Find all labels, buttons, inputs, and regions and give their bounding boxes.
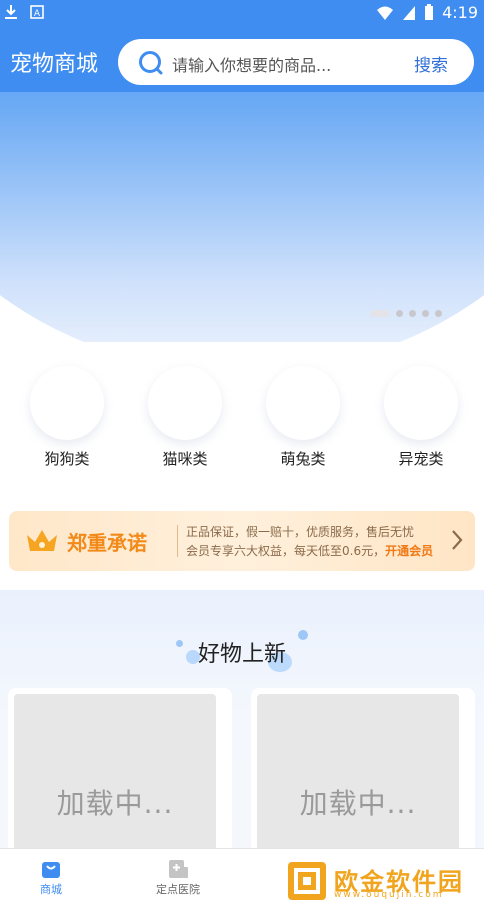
category-exotic-pets[interactable]: 异宠类 (376, 366, 466, 469)
wifi-icon (377, 6, 394, 20)
tab-label: 定点医院 (156, 883, 200, 896)
banner-carousel[interactable] (0, 92, 484, 342)
status-bar: A 4:19 (0, 0, 484, 28)
promise-banner[interactable]: 郑重承诺 正品保证，假一赔十，优质服务，售后无忧 会员专享六大权益，每天低至0.… (9, 511, 475, 571)
category-image (384, 366, 458, 440)
category-image (148, 366, 222, 440)
shop-bag-icon (42, 862, 60, 878)
chevron-right-icon (452, 530, 463, 550)
category-cats[interactable]: 猫咪类 (140, 366, 230, 469)
search-input[interactable]: 请输入你想要的商品... (172, 52, 331, 76)
promise-line-2: 会员专享六大权益，每天低至0.6元，开通会员 (186, 542, 433, 559)
svg-text:A: A (34, 9, 41, 19)
loading-text: 加载中... (56, 787, 174, 820)
watermark-logo-icon (294, 868, 320, 894)
carousel-dot[interactable] (409, 310, 416, 317)
system-icons: 4:19 (376, 3, 478, 22)
promise-title: 郑重承诺 (67, 531, 147, 555)
category-label: 萌兔类 (280, 450, 326, 468)
tab-hospital[interactable]: 定点医院 (130, 855, 226, 897)
site-watermark: 欧金软件园 www.ouqujin.com (286, 858, 478, 904)
carousel-dot[interactable] (396, 310, 403, 317)
category-rabbits[interactable]: 萌兔类 (258, 366, 348, 469)
watermark-logo (288, 862, 326, 900)
tab-shop[interactable]: 商城 (3, 855, 99, 897)
loading-text: 加载中... (299, 787, 417, 820)
notification-icons: A (4, 4, 44, 20)
status-time: 4:19 (442, 3, 478, 22)
signal-icon (403, 5, 416, 20)
promise-benefits-text: 会员专享六大权益，每天低至0.6元， (186, 544, 386, 558)
carousel-indicator (370, 310, 442, 317)
promise-line-1: 正品保证，假一赔十，优质服务，售后无忧 (186, 525, 415, 539)
search-bar[interactable]: 请输入你想要的商品... 搜索 (118, 39, 474, 85)
app-title: 宠物商城 (10, 52, 99, 77)
category-image (30, 366, 104, 440)
divider (177, 525, 178, 557)
banner-background (0, 92, 484, 342)
category-label: 异宠类 (398, 450, 444, 468)
battery-icon (425, 4, 434, 20)
category-label: 猫咪类 (162, 450, 208, 468)
app-header: 宠物商城 请输入你想要的商品... 搜索 (0, 28, 484, 92)
category-label: 狗狗类 (44, 450, 90, 468)
section-title: 好物上新 (197, 642, 286, 667)
carousel-dot[interactable] (422, 310, 429, 317)
app-notification-icon: A (30, 5, 44, 19)
carousel-dot[interactable] (435, 310, 442, 317)
hospital-icon (169, 860, 188, 878)
watermark-url: www.ouqujin.com (334, 890, 444, 900)
crown-icon (27, 530, 57, 551)
download-icon (5, 5, 17, 19)
search-button[interactable]: 搜索 (414, 51, 448, 76)
open-membership-link[interactable]: 开通会员 (385, 544, 433, 558)
tab-label: 商城 (40, 883, 62, 896)
category-image (266, 366, 340, 440)
category-dogs[interactable]: 狗狗类 (22, 366, 112, 469)
carousel-dot[interactable] (370, 310, 390, 317)
search-icon (139, 51, 163, 75)
